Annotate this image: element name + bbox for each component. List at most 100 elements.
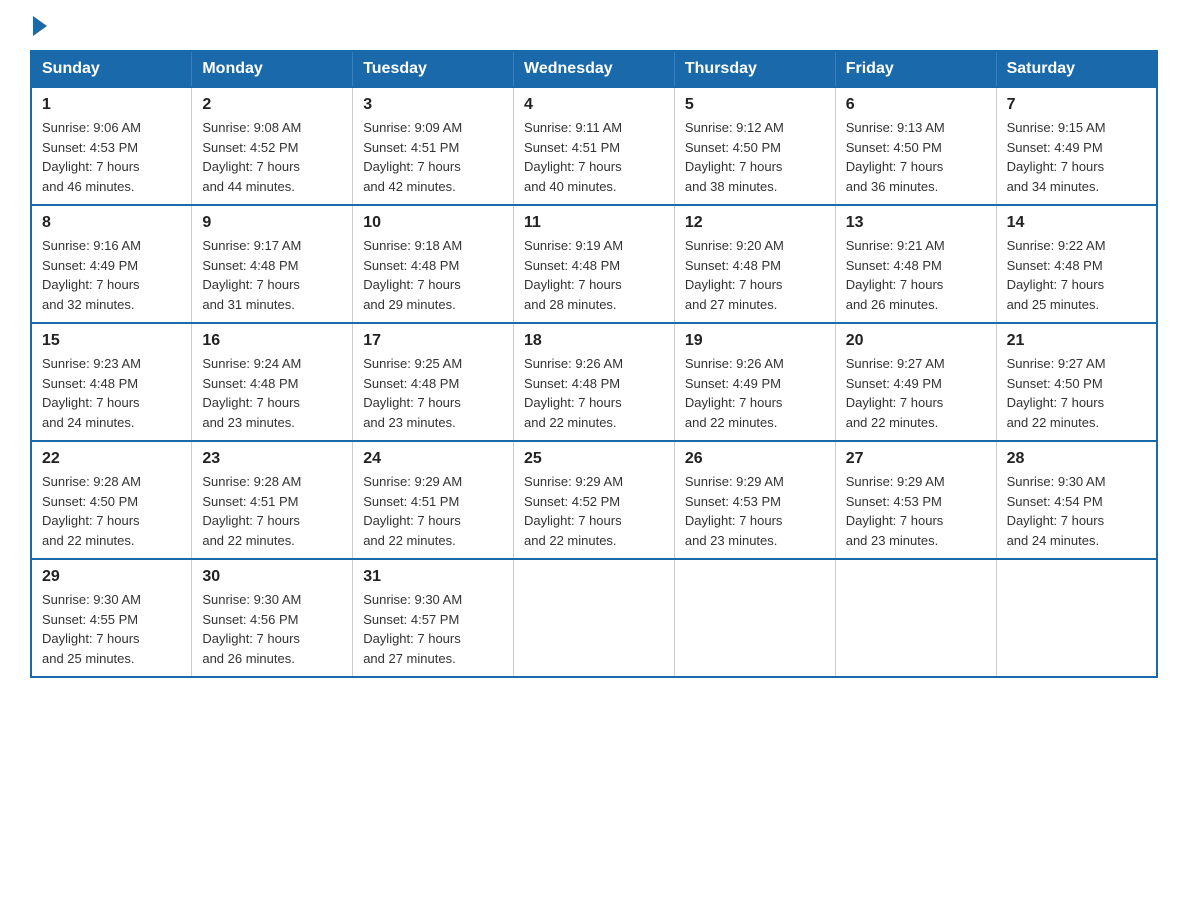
calendar-cell: 31 Sunrise: 9:30 AM Sunset: 4:57 PM Dayl… (353, 559, 514, 677)
calendar-cell: 8 Sunrise: 9:16 AM Sunset: 4:49 PM Dayli… (31, 205, 192, 323)
day-number: 28 (1007, 450, 1146, 468)
week-row-3: 15 Sunrise: 9:23 AM Sunset: 4:48 PM Dayl… (31, 323, 1157, 441)
day-info: Sunrise: 9:18 AM Sunset: 4:48 PM Dayligh… (363, 236, 503, 314)
day-info: Sunrise: 9:28 AM Sunset: 4:50 PM Dayligh… (42, 472, 181, 550)
day-number: 26 (685, 450, 825, 468)
calendar-cell: 1 Sunrise: 9:06 AM Sunset: 4:53 PM Dayli… (31, 87, 192, 205)
day-info: Sunrise: 9:17 AM Sunset: 4:48 PM Dayligh… (202, 236, 342, 314)
day-number: 15 (42, 332, 181, 350)
calendar-cell (835, 559, 996, 677)
week-row-1: 1 Sunrise: 9:06 AM Sunset: 4:53 PM Dayli… (31, 87, 1157, 205)
calendar-cell: 18 Sunrise: 9:26 AM Sunset: 4:48 PM Dayl… (514, 323, 675, 441)
day-number: 18 (524, 332, 664, 350)
header-thursday: Thursday (674, 51, 835, 87)
calendar-cell (996, 559, 1157, 677)
day-number: 4 (524, 96, 664, 114)
week-row-4: 22 Sunrise: 9:28 AM Sunset: 4:50 PM Dayl… (31, 441, 1157, 559)
day-number: 27 (846, 450, 986, 468)
day-info: Sunrise: 9:30 AM Sunset: 4:55 PM Dayligh… (42, 590, 181, 668)
header-wednesday: Wednesday (514, 51, 675, 87)
day-number: 7 (1007, 96, 1146, 114)
day-info: Sunrise: 9:29 AM Sunset: 4:51 PM Dayligh… (363, 472, 503, 550)
calendar-cell: 9 Sunrise: 9:17 AM Sunset: 4:48 PM Dayli… (192, 205, 353, 323)
day-number: 14 (1007, 214, 1146, 232)
day-number: 8 (42, 214, 181, 232)
day-number: 20 (846, 332, 986, 350)
page-header (30, 20, 1158, 30)
day-info: Sunrise: 9:30 AM Sunset: 4:54 PM Dayligh… (1007, 472, 1146, 550)
calendar-cell: 23 Sunrise: 9:28 AM Sunset: 4:51 PM Dayl… (192, 441, 353, 559)
calendar-cell: 25 Sunrise: 9:29 AM Sunset: 4:52 PM Dayl… (514, 441, 675, 559)
calendar-header-row: SundayMondayTuesdayWednesdayThursdayFrid… (31, 51, 1157, 87)
calendar-cell: 5 Sunrise: 9:12 AM Sunset: 4:50 PM Dayli… (674, 87, 835, 205)
day-number: 17 (363, 332, 503, 350)
day-number: 30 (202, 568, 342, 586)
day-number: 2 (202, 96, 342, 114)
calendar-cell: 20 Sunrise: 9:27 AM Sunset: 4:49 PM Dayl… (835, 323, 996, 441)
calendar-cell: 2 Sunrise: 9:08 AM Sunset: 4:52 PM Dayli… (192, 87, 353, 205)
day-info: Sunrise: 9:12 AM Sunset: 4:50 PM Dayligh… (685, 118, 825, 196)
day-info: Sunrise: 9:09 AM Sunset: 4:51 PM Dayligh… (363, 118, 503, 196)
day-info: Sunrise: 9:23 AM Sunset: 4:48 PM Dayligh… (42, 354, 181, 432)
calendar-cell: 13 Sunrise: 9:21 AM Sunset: 4:48 PM Dayl… (835, 205, 996, 323)
day-info: Sunrise: 9:22 AM Sunset: 4:48 PM Dayligh… (1007, 236, 1146, 314)
day-info: Sunrise: 9:25 AM Sunset: 4:48 PM Dayligh… (363, 354, 503, 432)
day-number: 21 (1007, 332, 1146, 350)
day-number: 6 (846, 96, 986, 114)
calendar-cell: 3 Sunrise: 9:09 AM Sunset: 4:51 PM Dayli… (353, 87, 514, 205)
calendar-table: SundayMondayTuesdayWednesdayThursdayFrid… (30, 50, 1158, 678)
calendar-cell: 24 Sunrise: 9:29 AM Sunset: 4:51 PM Dayl… (353, 441, 514, 559)
calendar-cell (514, 559, 675, 677)
calendar-cell: 21 Sunrise: 9:27 AM Sunset: 4:50 PM Dayl… (996, 323, 1157, 441)
day-info: Sunrise: 9:29 AM Sunset: 4:53 PM Dayligh… (685, 472, 825, 550)
day-number: 16 (202, 332, 342, 350)
day-info: Sunrise: 9:27 AM Sunset: 4:49 PM Dayligh… (846, 354, 986, 432)
day-info: Sunrise: 9:13 AM Sunset: 4:50 PM Dayligh… (846, 118, 986, 196)
day-info: Sunrise: 9:21 AM Sunset: 4:48 PM Dayligh… (846, 236, 986, 314)
logo-arrow-icon (33, 16, 47, 36)
calendar-cell: 12 Sunrise: 9:20 AM Sunset: 4:48 PM Dayl… (674, 205, 835, 323)
header-friday: Friday (835, 51, 996, 87)
day-info: Sunrise: 9:26 AM Sunset: 4:48 PM Dayligh… (524, 354, 664, 432)
calendar-cell: 30 Sunrise: 9:30 AM Sunset: 4:56 PM Dayl… (192, 559, 353, 677)
calendar-cell: 11 Sunrise: 9:19 AM Sunset: 4:48 PM Dayl… (514, 205, 675, 323)
day-info: Sunrise: 9:16 AM Sunset: 4:49 PM Dayligh… (42, 236, 181, 314)
day-info: Sunrise: 9:27 AM Sunset: 4:50 PM Dayligh… (1007, 354, 1146, 432)
day-number: 12 (685, 214, 825, 232)
day-info: Sunrise: 9:30 AM Sunset: 4:56 PM Dayligh… (202, 590, 342, 668)
day-info: Sunrise: 9:11 AM Sunset: 4:51 PM Dayligh… (524, 118, 664, 196)
day-number: 25 (524, 450, 664, 468)
day-info: Sunrise: 9:30 AM Sunset: 4:57 PM Dayligh… (363, 590, 503, 668)
day-info: Sunrise: 9:29 AM Sunset: 4:53 PM Dayligh… (846, 472, 986, 550)
header-sunday: Sunday (31, 51, 192, 87)
header-saturday: Saturday (996, 51, 1157, 87)
calendar-cell: 27 Sunrise: 9:29 AM Sunset: 4:53 PM Dayl… (835, 441, 996, 559)
day-number: 19 (685, 332, 825, 350)
calendar-cell: 19 Sunrise: 9:26 AM Sunset: 4:49 PM Dayl… (674, 323, 835, 441)
calendar-cell: 6 Sunrise: 9:13 AM Sunset: 4:50 PM Dayli… (835, 87, 996, 205)
week-row-2: 8 Sunrise: 9:16 AM Sunset: 4:49 PM Dayli… (31, 205, 1157, 323)
day-info: Sunrise: 9:26 AM Sunset: 4:49 PM Dayligh… (685, 354, 825, 432)
header-tuesday: Tuesday (353, 51, 514, 87)
day-number: 3 (363, 96, 503, 114)
calendar-cell: 29 Sunrise: 9:30 AM Sunset: 4:55 PM Dayl… (31, 559, 192, 677)
header-monday: Monday (192, 51, 353, 87)
day-number: 11 (524, 214, 664, 232)
day-number: 13 (846, 214, 986, 232)
day-info: Sunrise: 9:29 AM Sunset: 4:52 PM Dayligh… (524, 472, 664, 550)
calendar-cell: 15 Sunrise: 9:23 AM Sunset: 4:48 PM Dayl… (31, 323, 192, 441)
day-number: 29 (42, 568, 181, 586)
day-info: Sunrise: 9:24 AM Sunset: 4:48 PM Dayligh… (202, 354, 342, 432)
day-info: Sunrise: 9:15 AM Sunset: 4:49 PM Dayligh… (1007, 118, 1146, 196)
logo (30, 20, 47, 30)
day-info: Sunrise: 9:06 AM Sunset: 4:53 PM Dayligh… (42, 118, 181, 196)
day-info: Sunrise: 9:28 AM Sunset: 4:51 PM Dayligh… (202, 472, 342, 550)
calendar-cell: 22 Sunrise: 9:28 AM Sunset: 4:50 PM Dayl… (31, 441, 192, 559)
week-row-5: 29 Sunrise: 9:30 AM Sunset: 4:55 PM Dayl… (31, 559, 1157, 677)
day-number: 24 (363, 450, 503, 468)
day-number: 1 (42, 96, 181, 114)
calendar-cell: 26 Sunrise: 9:29 AM Sunset: 4:53 PM Dayl… (674, 441, 835, 559)
calendar-cell: 17 Sunrise: 9:25 AM Sunset: 4:48 PM Dayl… (353, 323, 514, 441)
day-number: 10 (363, 214, 503, 232)
day-number: 31 (363, 568, 503, 586)
